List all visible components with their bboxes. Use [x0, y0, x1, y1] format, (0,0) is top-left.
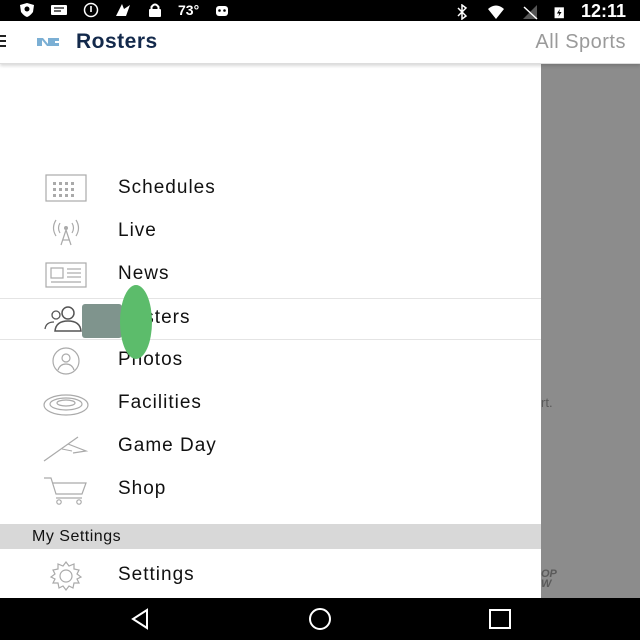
- person-circle-icon: [52, 347, 80, 375]
- drawer-item-label: Live: [118, 220, 157, 241]
- android-icon: [216, 6, 229, 16]
- wifi-icon: [487, 5, 504, 19]
- clock-text: 12:11: [580, 1, 626, 21]
- drawer-item-label: Game Day: [118, 435, 217, 456]
- system-navigation-bar: [0, 598, 640, 640]
- drawer-item-photos[interactable]: Photos: [0, 341, 541, 381]
- shield-icon: [20, 3, 34, 17]
- menu-icon[interactable]: [0, 35, 6, 47]
- cart-icon: [44, 477, 87, 505]
- drawer-item-settings[interactable]: Settings: [0, 556, 541, 596]
- info-icon: [83, 2, 99, 18]
- calendar-icon: [45, 174, 87, 202]
- back-icon[interactable]: [127, 606, 155, 632]
- temperature-text: 73°: [178, 2, 200, 18]
- broadcast-icon: [52, 219, 80, 246]
- background-text: rt.: [541, 395, 553, 410]
- drawer-item-schedules[interactable]: Schedules: [0, 169, 541, 209]
- page-title: Rosters: [76, 30, 158, 53]
- drawer-item-label: Settings: [118, 564, 195, 585]
- drawer-item-label: Shop: [118, 478, 167, 499]
- sports-app-icon: [116, 4, 130, 16]
- section-header-my-settings: My Settings: [0, 524, 541, 549]
- lock-icon: [149, 3, 161, 17]
- app-bar: Rosters All Sports: [0, 21, 640, 64]
- no-signal-icon: [522, 4, 538, 20]
- message-icon: [51, 5, 67, 15]
- touch-indicator: [120, 285, 152, 359]
- unc-logo: [37, 38, 59, 46]
- floating-overlay-grip[interactable]: [82, 304, 122, 338]
- drawer-item-shop[interactable]: Shop: [0, 470, 541, 510]
- drawer-item-label: Facilities: [118, 392, 202, 413]
- drawer-item-news[interactable]: News: [0, 255, 541, 295]
- status-bar: 73° 12:11: [0, 0, 640, 21]
- background-logo-text: OP W: [541, 568, 557, 590]
- drawer-item-label: Schedules: [118, 177, 216, 198]
- all-sports-button[interactable]: All Sports: [535, 31, 626, 54]
- drawer-item-facilities[interactable]: Facilities: [0, 384, 541, 424]
- recents-icon[interactable]: [486, 606, 514, 632]
- gear-icon: [49, 561, 83, 591]
- stadium-icon: [43, 394, 89, 416]
- drawer-item-live[interactable]: Live: [0, 212, 541, 252]
- bluetooth-icon: [457, 3, 468, 20]
- battery-charging-icon: [554, 6, 564, 18]
- scrim-overlay[interactable]: rt. OP W: [541, 63, 640, 598]
- home-icon[interactable]: [306, 606, 334, 632]
- drawer-item-game-day[interactable]: Game Day: [0, 427, 541, 467]
- newspaper-icon: [45, 262, 87, 288]
- section-header-label: My Settings: [32, 528, 122, 545]
- drawer-item-label: News: [118, 263, 170, 284]
- pennant-icon: [43, 436, 89, 462]
